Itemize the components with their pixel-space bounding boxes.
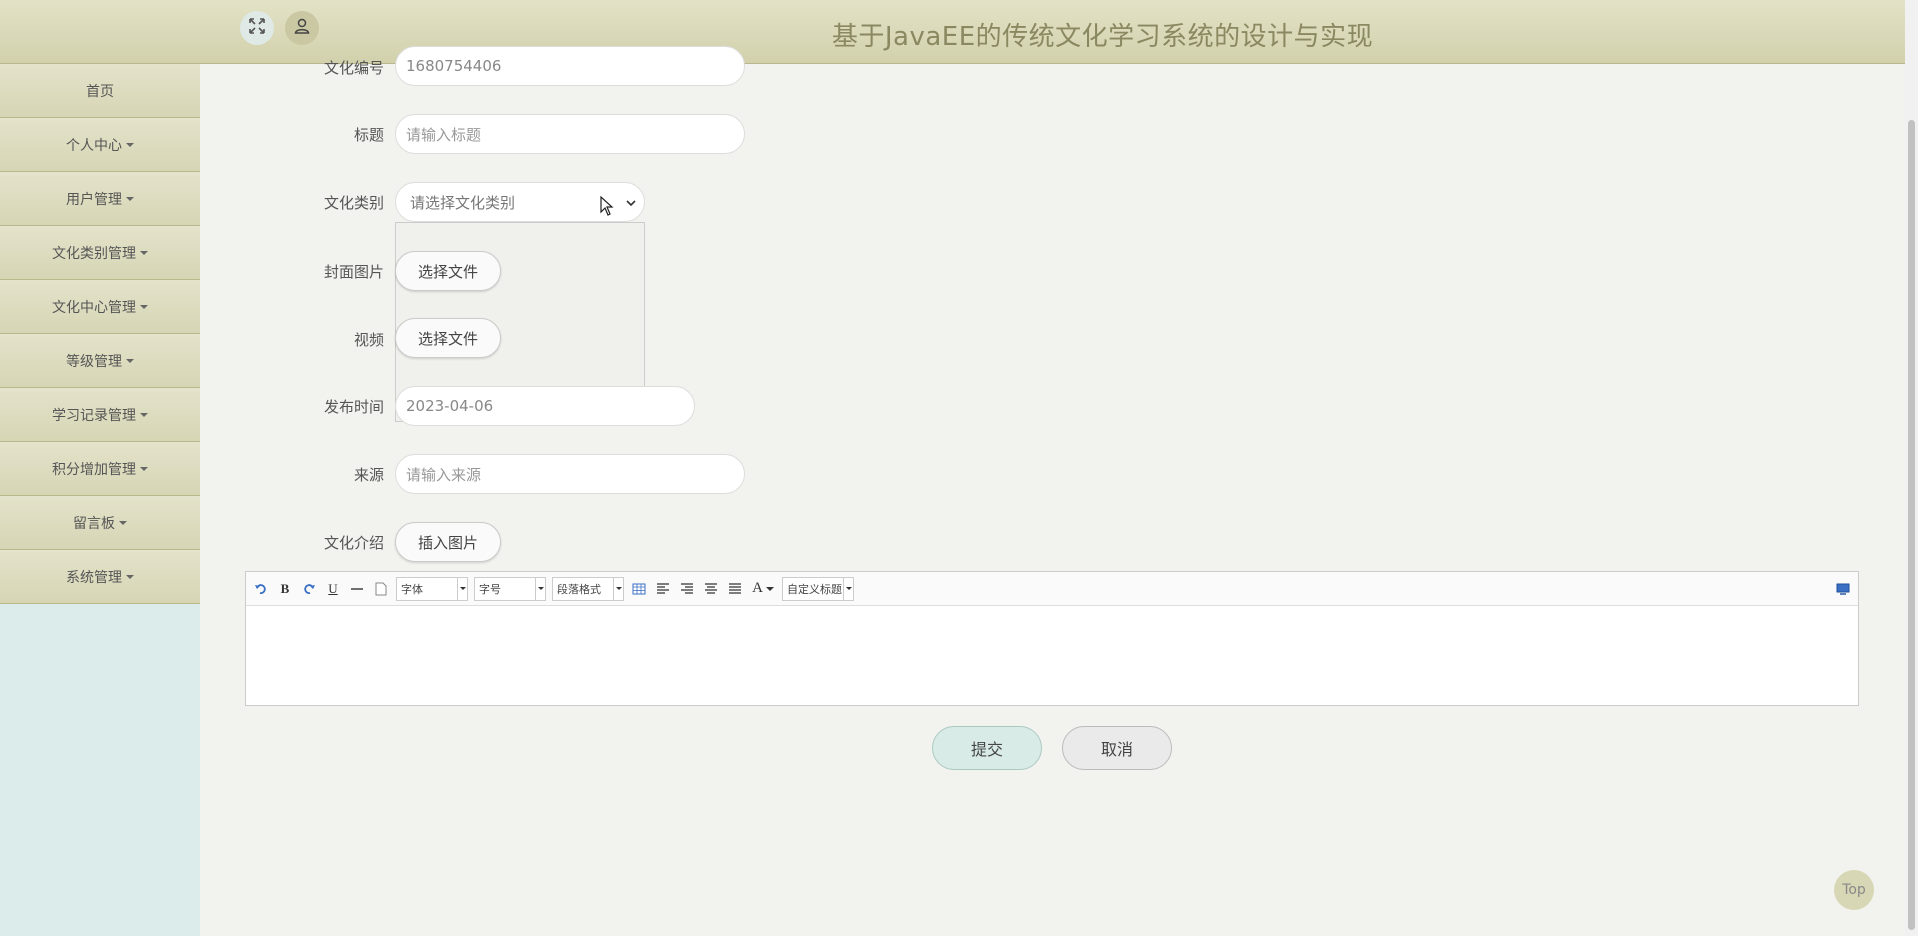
caret-down-icon [140,304,148,309]
sidebar-item-6[interactable]: 学习记录管理 [0,388,200,442]
custom-title-combo-label: 自定义标题 [787,582,842,596]
custom-title-combo[interactable]: 自定义标题 [782,576,854,601]
cover-file-button[interactable]: 选择文件 [395,251,501,291]
align-right-icon[interactable] [678,580,696,598]
redo-icon[interactable] [300,580,318,598]
sidebar-item-0[interactable]: 首页 [0,64,200,118]
top-header: 基于JavaEE的传统文化学习系统的设计与实现 [0,0,1905,64]
title-placeholder: 请输入标题 [406,125,482,144]
sidebar-item-7[interactable]: 积分增加管理 [0,442,200,496]
sidebar-item-label: 文化中心管理 [52,299,136,316]
video-file-button[interactable]: 选择文件 [395,318,501,358]
cancel-button[interactable]: 取消 [1062,726,1172,770]
page-title: 基于JavaEE的传统文化学习系统的设计与实现 [831,22,1374,52]
source-placeholder: 请输入来源 [406,465,482,484]
page-scrollbar[interactable] [1905,0,1918,936]
mouse-cursor-icon [600,195,614,220]
publish-time-input[interactable]: 2023-04-06 [395,386,695,426]
main-content: 文化编号 1680754406 标题 请输入标题 文化类别 请选择文化类别 封面… [200,46,1905,936]
sidebar-item-label: 留言板 [73,515,115,532]
title-input[interactable]: 请输入标题 [395,114,745,154]
cover-label: 封面图片 [323,263,384,281]
horizontal-rule-icon[interactable] [348,580,366,598]
table-icon[interactable] [630,580,648,598]
back-to-top-button[interactable]: Top [1834,870,1874,910]
submit-button[interactable]: 提交 [932,726,1042,770]
publish-time-label: 发布时间 [323,398,384,416]
title-label: 标题 [353,126,384,144]
source-label: 来源 [353,466,384,484]
sidebar-item-label: 系统管理 [66,569,122,586]
culture-no-field[interactable]: 1680754406 [395,46,745,86]
font-color-glyph: A [752,580,763,596]
editor-toolbar: B U 字体 字号 段落格式 A 自定义标题 [246,572,1858,606]
sidebar-item-label: 文化类别管理 [52,245,136,262]
sidebar-item-2[interactable]: 用户管理 [0,172,200,226]
editor-content-area[interactable] [246,606,1858,705]
culture-no-label: 文化编号 [323,59,384,77]
category-label: 文化类别 [323,194,384,212]
chevron-down-icon [626,193,636,211]
scrollbar-thumb[interactable] [1908,120,1915,930]
sidebar-item-3[interactable]: 文化类别管理 [0,226,200,280]
sidebar-item-label: 等级管理 [66,353,122,370]
caret-down-icon [119,520,127,525]
video-label: 视频 [353,331,384,349]
sidebar-item-label: 用户管理 [66,191,122,208]
caret-down-icon [126,142,134,147]
sidebar-item-8[interactable]: 留言板 [0,496,200,550]
font-family-combo-label: 字体 [401,582,423,596]
rich-text-editor: B U 字体 字号 段落格式 A 自定义标题 [245,571,1859,706]
culture-no-value: 1680754406 [406,57,502,75]
paragraph-format-combo[interactable]: 段落格式 [552,576,624,601]
sidebar-item-label: 个人中心 [66,137,122,154]
font-size-combo-label: 字号 [479,582,501,596]
sidebar-item-1[interactable]: 个人中心 [0,118,200,172]
caret-down-icon [140,250,148,255]
undo-icon[interactable] [252,580,270,598]
align-center-icon[interactable] [702,580,720,598]
caret-down-icon [140,466,148,471]
sidebar-item-5[interactable]: 等级管理 [0,334,200,388]
sidebar-item-label: 积分增加管理 [52,461,136,478]
insert-image-button[interactable]: 插入图片 [395,522,501,562]
caret-down-icon [140,412,148,417]
paragraph-format-combo-label: 段落格式 [557,582,601,596]
sidebar-item-label: 学习记录管理 [52,407,136,424]
bold-icon[interactable]: B [276,580,294,598]
source-input[interactable]: 请输入来源 [395,454,745,494]
caret-down-icon [126,574,134,579]
font-color-icon[interactable]: A [750,580,776,598]
sidebar: 首页个人中心用户管理文化类别管理 文化中心管理 等级管理学习记录管理 积分增加管理 留言… [0,64,200,936]
font-family-combo[interactable]: 字体 [396,576,468,601]
align-left-icon[interactable] [654,580,672,598]
sidebar-item-9[interactable]: 系统管理 [0,550,200,604]
sidebar-item-4[interactable]: 文化中心管理 [0,280,200,334]
font-size-combo[interactable]: 字号 [474,576,546,601]
category-placeholder: 请选择文化类别 [410,193,516,212]
underline-icon[interactable]: U [324,580,342,598]
align-justify-icon[interactable] [726,580,744,598]
sidebar-item-label: 首页 [86,83,114,100]
blank-page-icon[interactable] [372,580,390,598]
caret-down-icon [126,358,134,363]
intro-label: 文化介绍 [323,534,384,552]
fullscreen-editor-icon[interactable] [1834,580,1852,598]
publish-time-value: 2023-04-06 [406,397,494,415]
caret-down-icon [126,196,134,201]
